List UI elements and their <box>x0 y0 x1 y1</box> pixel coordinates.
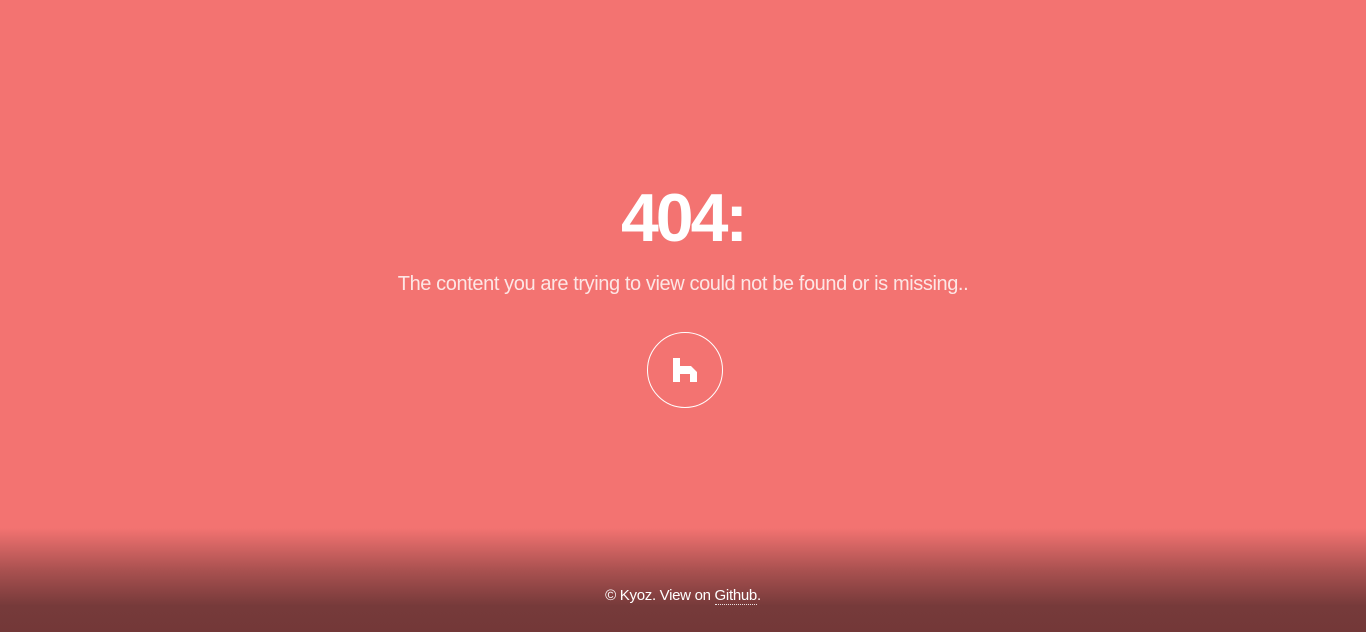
github-link[interactable]: Github <box>714 587 757 605</box>
home-icon <box>672 357 698 383</box>
footer-credit: © Kyoz. View on Github. <box>0 586 1366 606</box>
footer-suffix: . <box>756 587 761 604</box>
footer: © Kyoz. View on Github. <box>0 528 1366 632</box>
error-code-title: 404: <box>620 180 748 256</box>
footer-copyright: © Kyoz. View on <box>605 587 715 604</box>
error-message: The content you are trying to view could… <box>397 273 969 295</box>
error-page: 404: The content you are trying to view … <box>0 0 1366 632</box>
home-button[interactable] <box>647 332 723 408</box>
